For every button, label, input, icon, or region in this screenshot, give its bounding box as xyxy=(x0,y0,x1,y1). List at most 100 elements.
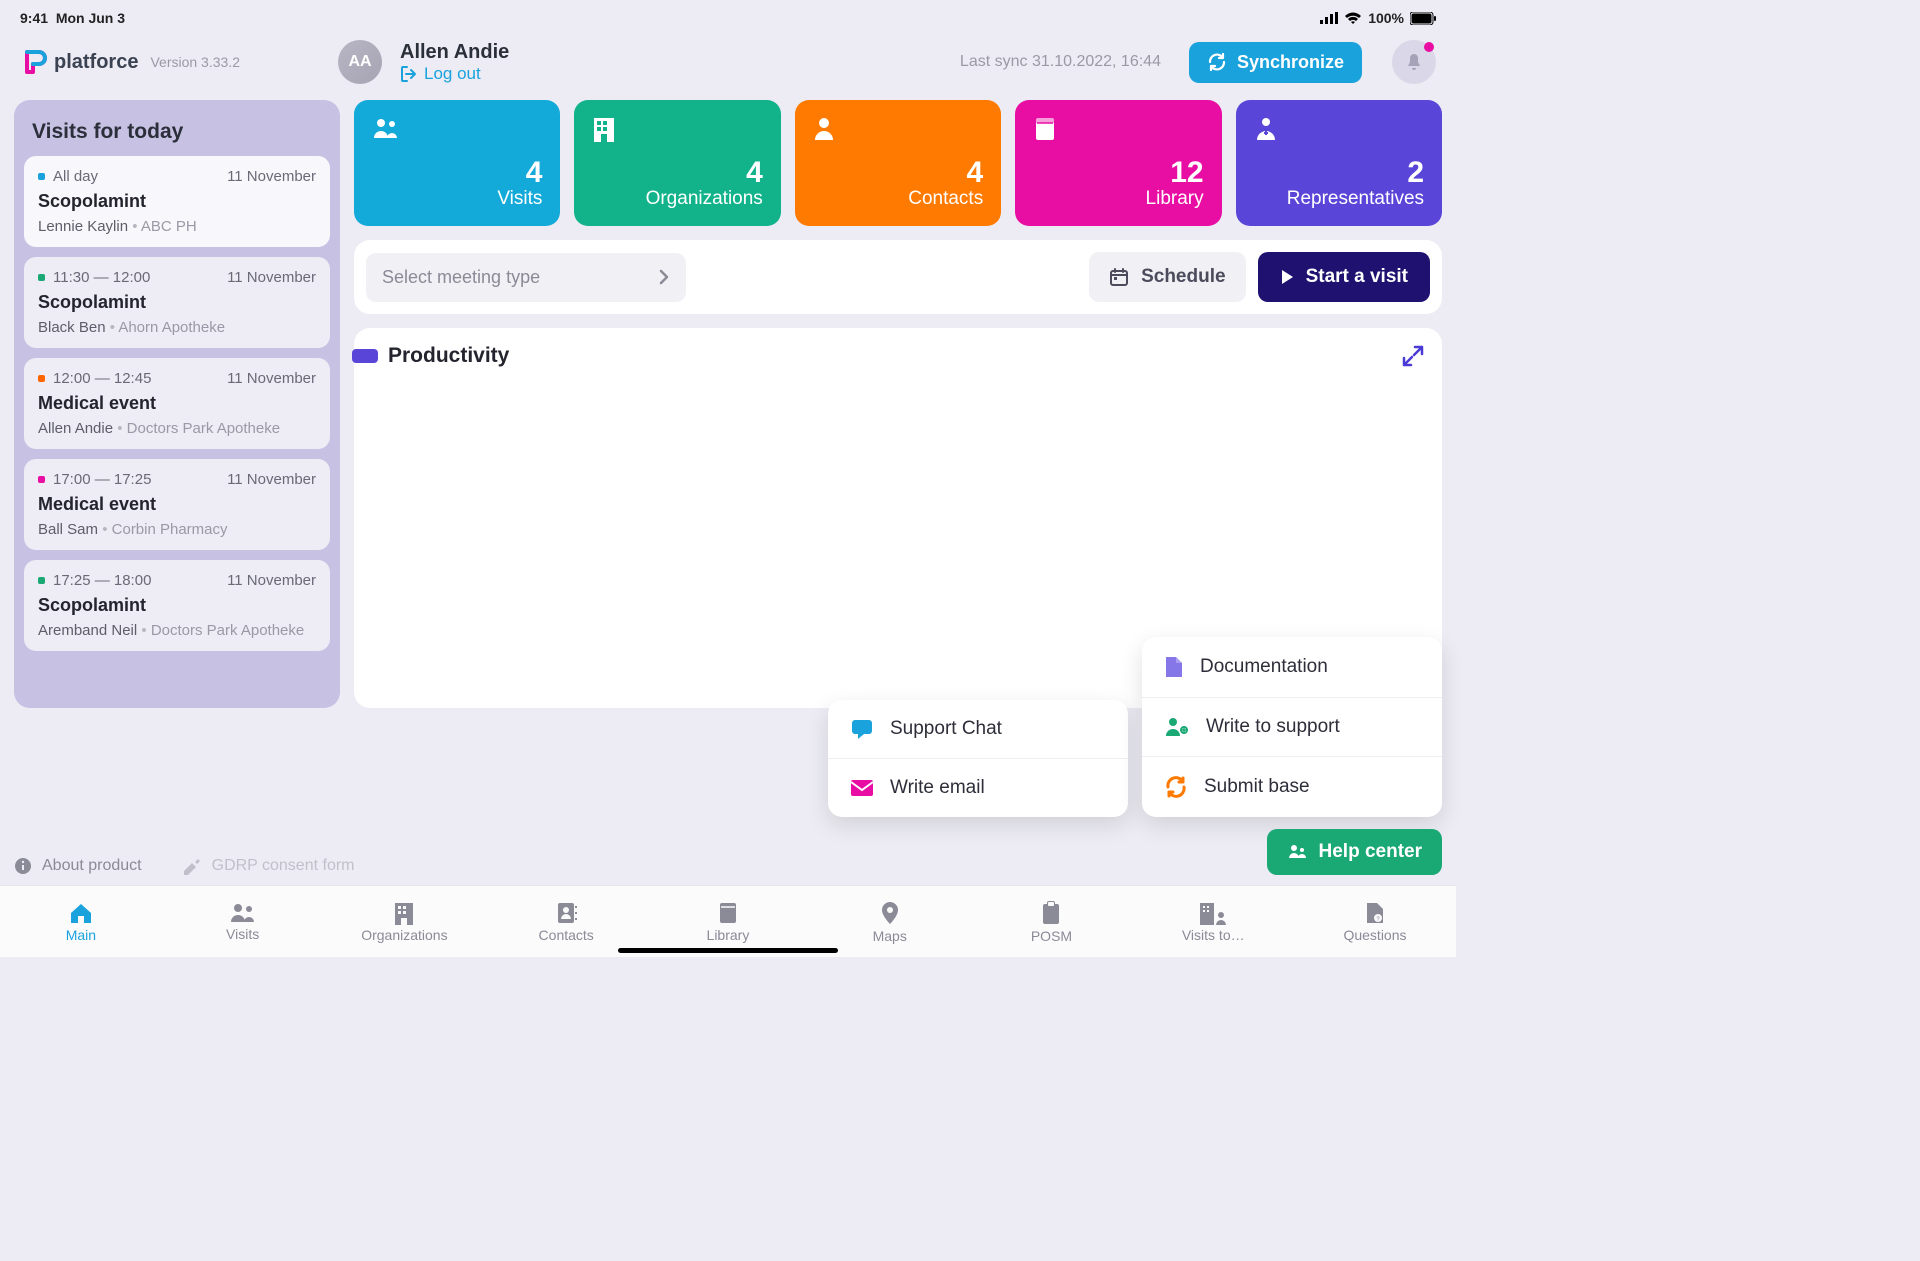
nav-organizations[interactable]: Organizations xyxy=(334,901,474,943)
avatar[interactable]: AA xyxy=(338,40,382,84)
visit-title: Scopolamint xyxy=(38,191,316,212)
visit-subtitle: Black Ben • Ahorn Apotheke xyxy=(38,319,316,336)
tile-label: Representatives xyxy=(1254,188,1424,210)
nav-contacts[interactable]: Contacts xyxy=(496,901,636,943)
calendar-icon xyxy=(1109,267,1129,287)
visit-title: Medical event xyxy=(38,494,316,515)
building-icon xyxy=(592,116,762,142)
visit-time: 17:25 — 18:00 xyxy=(53,572,151,589)
visit-subtitle: Ball Sam • Corbin Pharmacy xyxy=(38,521,316,538)
notification-dot xyxy=(1424,42,1434,52)
clipboard-icon xyxy=(1040,900,1062,926)
nav-posm[interactable]: POSM xyxy=(981,900,1121,944)
nav-visits[interactable]: Visits xyxy=(173,902,313,942)
visit-time: 11:30 — 12:00 xyxy=(53,269,150,286)
visit-date: 11 November xyxy=(227,168,316,185)
help-icon xyxy=(1287,842,1307,862)
signal-icon xyxy=(1320,12,1338,24)
logo-area: platforce Version 3.33.2 xyxy=(20,48,320,76)
tile-visits[interactable]: 4 Visits xyxy=(354,100,560,226)
visit-date: 11 November xyxy=(227,370,316,387)
popover-item-submit-base[interactable]: Submit base xyxy=(1142,757,1442,817)
doctor-icon xyxy=(1254,116,1424,142)
visit-date: 11 November xyxy=(227,572,316,589)
support-popover: Support ChatWrite email xyxy=(828,700,1128,817)
tile-library[interactable]: 12 Library xyxy=(1015,100,1221,226)
logout-link[interactable]: Log out xyxy=(400,64,509,84)
nav-label: Maps xyxy=(873,928,907,944)
nav-maps[interactable]: Maps xyxy=(820,900,960,944)
tile-representatives[interactable]: 2 Representatives xyxy=(1236,100,1442,226)
home-icon xyxy=(68,901,94,925)
tile-count: 4 xyxy=(592,158,762,188)
visit-card[interactable]: 17:25 — 18:00 11 November Scopolamint Ar… xyxy=(24,560,330,651)
visit-title: Medical event xyxy=(38,393,316,414)
logo[interactable]: platforce xyxy=(20,48,138,76)
user-icon xyxy=(813,116,983,140)
action-bar: Select meeting type Schedule Start a vis… xyxy=(354,240,1442,314)
info-icon xyxy=(14,857,32,875)
nav-label: Contacts xyxy=(539,927,594,943)
chat-icon xyxy=(850,718,874,740)
visit-card[interactable]: 17:00 — 17:25 11 November Medical event … xyxy=(24,459,330,550)
logo-icon xyxy=(20,48,48,76)
tile-label: Organizations xyxy=(592,188,762,210)
visit-card[interactable]: 12:00 — 12:45 11 November Medical event … xyxy=(24,358,330,449)
tile-organizations[interactable]: 4 Organizations xyxy=(574,100,780,226)
sidebar-title: Visits for today xyxy=(24,114,330,156)
start-visit-button[interactable]: Start a visit xyxy=(1258,252,1430,302)
popover-item-support-chat[interactable]: Support Chat xyxy=(828,700,1128,759)
status-bar: 9:41 Mon Jun 3 100% xyxy=(0,0,1456,32)
users-icon xyxy=(372,116,542,140)
book-icon xyxy=(717,901,739,925)
tile-contacts[interactable]: 4 Contacts xyxy=(795,100,1001,226)
expand-button[interactable] xyxy=(1402,345,1424,367)
contact-icon xyxy=(555,901,577,925)
notifications xyxy=(1392,40,1436,84)
version-label: Version 3.33.2 xyxy=(150,54,240,70)
schedule-button[interactable]: Schedule xyxy=(1089,252,1245,302)
nav-label: Organizations xyxy=(361,927,447,943)
battery-pct: 100% xyxy=(1368,10,1404,26)
logo-text: platforce xyxy=(54,51,138,74)
mail-icon xyxy=(850,779,874,797)
home-indicator xyxy=(618,948,838,953)
book-icon xyxy=(1033,116,1203,142)
visit-subtitle: Lennie Kaylin • ABC PH xyxy=(38,218,316,235)
popover-item-write-to-support[interactable]: Write to support xyxy=(1142,698,1442,757)
synchronize-button[interactable]: Synchronize xyxy=(1189,42,1362,83)
popover-item-documentation[interactable]: Documentation xyxy=(1142,637,1442,698)
dashboard-tiles: 4 Visits 4 Organizations 4 Contacts 12 L… xyxy=(354,100,1442,226)
visit-time: 17:00 — 17:25 xyxy=(53,471,151,488)
meeting-type-select[interactable]: Select meeting type xyxy=(366,253,686,302)
nav-visitsto[interactable]: Visits to… xyxy=(1143,901,1283,943)
refresh-icon xyxy=(1164,775,1188,799)
nav-library[interactable]: Library xyxy=(658,901,798,943)
header: platforce Version 3.33.2 AA Allen Andie … xyxy=(0,32,1456,100)
last-sync-label: Last sync 31.10.2022, 16:44 xyxy=(960,53,1161,71)
tile-count: 4 xyxy=(813,158,983,188)
question-icon: ? xyxy=(1365,901,1385,925)
gdrp-link[interactable]: GDRP consent form xyxy=(182,857,355,875)
visit-org-icon xyxy=(1198,901,1228,925)
popover-item-write-email[interactable]: Write email xyxy=(828,759,1128,817)
nav-questions[interactable]: ?Questions xyxy=(1305,901,1445,943)
bell-icon xyxy=(1404,52,1424,72)
doc-icon xyxy=(1164,655,1184,679)
tile-count: 4 xyxy=(372,158,542,188)
help-center-button[interactable]: Help center xyxy=(1267,829,1442,875)
nav-main[interactable]: Main xyxy=(11,901,151,943)
visit-card[interactable]: All day 11 November Scopolamint Lennie K… xyxy=(24,156,330,247)
pin-icon xyxy=(880,900,900,926)
about-product-link[interactable]: About product xyxy=(14,857,142,875)
visit-title: Scopolamint xyxy=(38,595,316,616)
tile-label: Library xyxy=(1033,188,1203,210)
visit-subtitle: Aremband Neil • Doctors Park Apotheke xyxy=(38,622,316,639)
visits-sidebar: Visits for today All day 11 November Sco… xyxy=(14,100,340,708)
support-icon xyxy=(1164,716,1190,738)
visit-subtitle: Allen Andie • Doctors Park Apotheke xyxy=(38,420,316,437)
sync-icon xyxy=(1207,52,1227,72)
consent-icon xyxy=(182,857,202,875)
visit-card[interactable]: 11:30 — 12:00 11 November Scopolamint Bl… xyxy=(24,257,330,348)
logout-icon xyxy=(400,65,418,83)
